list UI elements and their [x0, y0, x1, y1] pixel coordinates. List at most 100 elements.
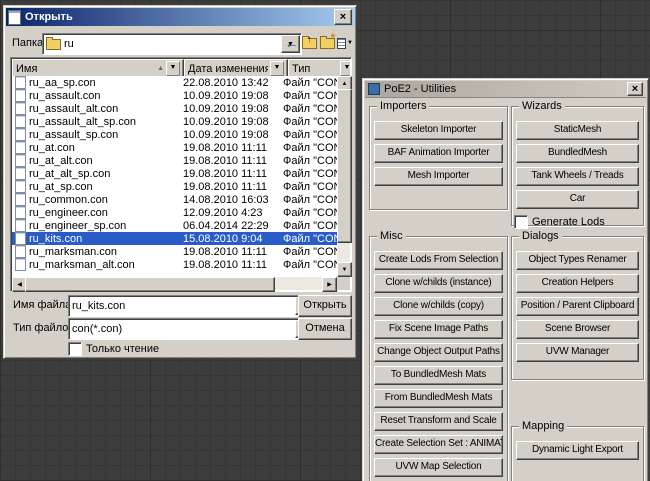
utility-button[interactable]: StaticMesh [516, 121, 639, 140]
file-type: Файл "CON" [279, 155, 337, 167]
utility-button[interactable]: BAF Animation Importer [374, 144, 503, 163]
scroll-down-icon: ▼ [342, 267, 348, 273]
file-name-cell: ru_kits.con [12, 232, 179, 245]
back-button[interactable]: ← [283, 33, 300, 53]
utility-button[interactable]: Creation Helpers [516, 274, 639, 293]
utility-button[interactable]: Fix Scene Image Paths [374, 320, 503, 339]
column-filter-button[interactable]: ▼ [270, 61, 284, 76]
column-header-date[interactable]: Дата изменения▼ [184, 59, 288, 76]
horizontal-scroll-thumb[interactable] [25, 277, 275, 292]
close-button[interactable]: × [334, 9, 352, 25]
file-type-combobox[interactable]: con(*.con) ▼ [68, 318, 316, 340]
file-name-cell: ru_at_sp.con [12, 180, 179, 193]
column-header-type[interactable]: Тип▼ [288, 59, 350, 76]
utility-button[interactable]: Clone w/childs (copy) [374, 297, 503, 316]
file-type: Файл "CON" [279, 129, 337, 141]
vertical-scrollbar[interactable]: ▲ ▼ [337, 76, 350, 277]
utility-button[interactable]: BundledMesh [516, 144, 639, 163]
column-filter-button[interactable]: ▼ [340, 61, 350, 76]
file-type: Файл "CON" [279, 246, 337, 258]
file-name-cell: ru_marksman.con [12, 245, 179, 258]
file-row[interactable]: ru_kits.con15.08.2010 9:04Файл "CON" [12, 232, 337, 245]
read-only-checkbox[interactable] [68, 342, 82, 356]
horizontal-scrollbar[interactable]: ◀ ▶ [12, 277, 337, 290]
new-folder-button[interactable]: * [319, 33, 336, 53]
views-icon [337, 38, 346, 49]
utility-button[interactable]: Skeleton Importer [374, 121, 503, 140]
utility-button[interactable]: From BundledMesh Mats [374, 389, 503, 408]
utility-button[interactable]: Object Types Renamer [516, 251, 639, 270]
open-dialog-titlebar[interactable]: Открыть × [6, 8, 354, 26]
cancel-button[interactable]: Отмена [298, 318, 352, 340]
file-type: Файл "CON" [279, 181, 337, 193]
file-date: 10.09.2010 19:08 [179, 90, 279, 102]
file-row[interactable]: ru_aa_sp.con22.08.2010 13:42Файл "CON" [12, 76, 337, 89]
file-row[interactable]: ru_engineer.con12.09.2010 4:23Файл "CON" [12, 206, 337, 219]
utility-button[interactable]: Car [516, 190, 639, 209]
generate-lods-checkbox[interactable] [514, 215, 528, 229]
utility-button[interactable]: Reset Transform and Scale [374, 412, 503, 431]
utility-button[interactable]: UVW Manager [516, 343, 639, 362]
close-icon: × [340, 12, 346, 23]
file-type: Файл "CON" [279, 142, 337, 154]
utility-button[interactable]: Dynamic Light Export [516, 441, 639, 460]
utility-button[interactable]: Mesh Importer [374, 167, 503, 186]
file-name: ru_at_alt_sp.con [29, 168, 110, 180]
file-date: 10.09.2010 19:08 [179, 129, 279, 141]
file-row[interactable]: ru_at_alt_sp.con19.08.2010 11:11Файл "CO… [12, 167, 337, 180]
file-icon [15, 115, 26, 128]
file-row[interactable]: ru_assault_alt.con10.09.2010 19:08Файл "… [12, 102, 337, 115]
folder-combobox[interactable]: ru ▼ [42, 33, 302, 55]
file-row[interactable]: ru_at_alt.con19.08.2010 11:11Файл "CON" [12, 154, 337, 167]
up-one-level-button[interactable]: ↑ [301, 33, 318, 53]
file-row[interactable]: ru_assault_sp.con10.09.2010 19:08Файл "C… [12, 128, 337, 141]
file-icon [15, 89, 26, 102]
file-date: 10.09.2010 19:08 [179, 116, 279, 128]
utility-button[interactable]: Change Object Output Paths [374, 343, 503, 362]
file-icon [15, 102, 26, 115]
utility-button[interactable]: Tank Wheels / Treads [516, 167, 639, 186]
scroll-right-icon: ▶ [327, 282, 332, 288]
file-row[interactable]: ru_marksman_alt.con19.08.2010 11:11Файл … [12, 258, 337, 271]
file-name-cell: ru_assault_alt.con [12, 102, 179, 115]
up-arrow-icon: ↑ [307, 35, 312, 44]
file-row[interactable]: ru_assault_alt_sp.con10.09.2010 19:08Фай… [12, 115, 337, 128]
column-filter-button[interactable]: ▼ [166, 61, 180, 76]
file-row[interactable]: ru_marksman.con19.08.2010 11:11Файл "CON… [12, 245, 337, 258]
group-label: Dialogs [519, 231, 562, 242]
file-name-combobox[interactable]: ru_kits.con ▼ [68, 295, 316, 317]
scroll-down-button[interactable]: ▼ [337, 262, 352, 277]
open-dialog-title: Открыть [25, 11, 330, 23]
view-menu-button[interactable]: ▼ [337, 33, 353, 53]
group-label: Misc [377, 231, 406, 242]
open-dialog-icon [8, 10, 21, 25]
file-date: 14.08.2010 16:03 [179, 194, 279, 206]
utilities-titlebar[interactable]: PoE2 - Utilities × [365, 81, 646, 98]
open-file-dialog: Открыть × Папка: ru ▼ ← ↑ * ▼ Имя▲▼Дата … [3, 5, 357, 359]
utility-button[interactable]: Create Selection Set : ANIMATED [374, 435, 503, 454]
file-name-cell: ru_aa_sp.con [12, 76, 179, 89]
file-row[interactable]: ru_engineer_sp.con06.04.2014 22:29Файл "… [12, 219, 337, 232]
vertical-scroll-thumb[interactable] [337, 89, 352, 243]
group-label: Wizards [519, 101, 565, 112]
column-header-name[interactable]: Имя▲▼ [12, 59, 184, 76]
utility-button[interactable]: Clone w/childs (instance) [374, 274, 503, 293]
file-date: 15.08.2010 9:04 [179, 233, 279, 245]
file-row[interactable]: ru_at.con19.08.2010 11:11Файл "CON" [12, 141, 337, 154]
utility-button[interactable]: To BundledMesh Mats [374, 366, 503, 385]
generate-lods-label: Generate Lods [532, 216, 605, 228]
file-row[interactable]: ru_assault.con10.09.2010 19:08Файл "CON" [12, 89, 337, 102]
utility-button[interactable]: Position / Parent Clipboard [516, 297, 639, 316]
sort-ascending-icon: ▲ [157, 65, 164, 72]
misc-group: Misc Create Lods From SelectionClone w/c… [369, 236, 508, 481]
utility-button[interactable]: UVW Map Selection [374, 458, 503, 477]
utility-button[interactable]: Create Lods From Selection [374, 251, 503, 270]
utilities-close-button[interactable]: × [627, 82, 643, 96]
open-button[interactable]: Открыть [298, 295, 352, 317]
file-type: Файл "CON" [279, 207, 337, 219]
scroll-right-button[interactable]: ▶ [322, 277, 337, 292]
utility-button[interactable]: Scene Browser [516, 320, 639, 339]
file-row[interactable]: ru_at_sp.con19.08.2010 11:11Файл "CON" [12, 180, 337, 193]
file-row[interactable]: ru_common.con14.08.2010 16:03Файл "CON" [12, 193, 337, 206]
file-name-cell: ru_assault.con [12, 89, 179, 102]
